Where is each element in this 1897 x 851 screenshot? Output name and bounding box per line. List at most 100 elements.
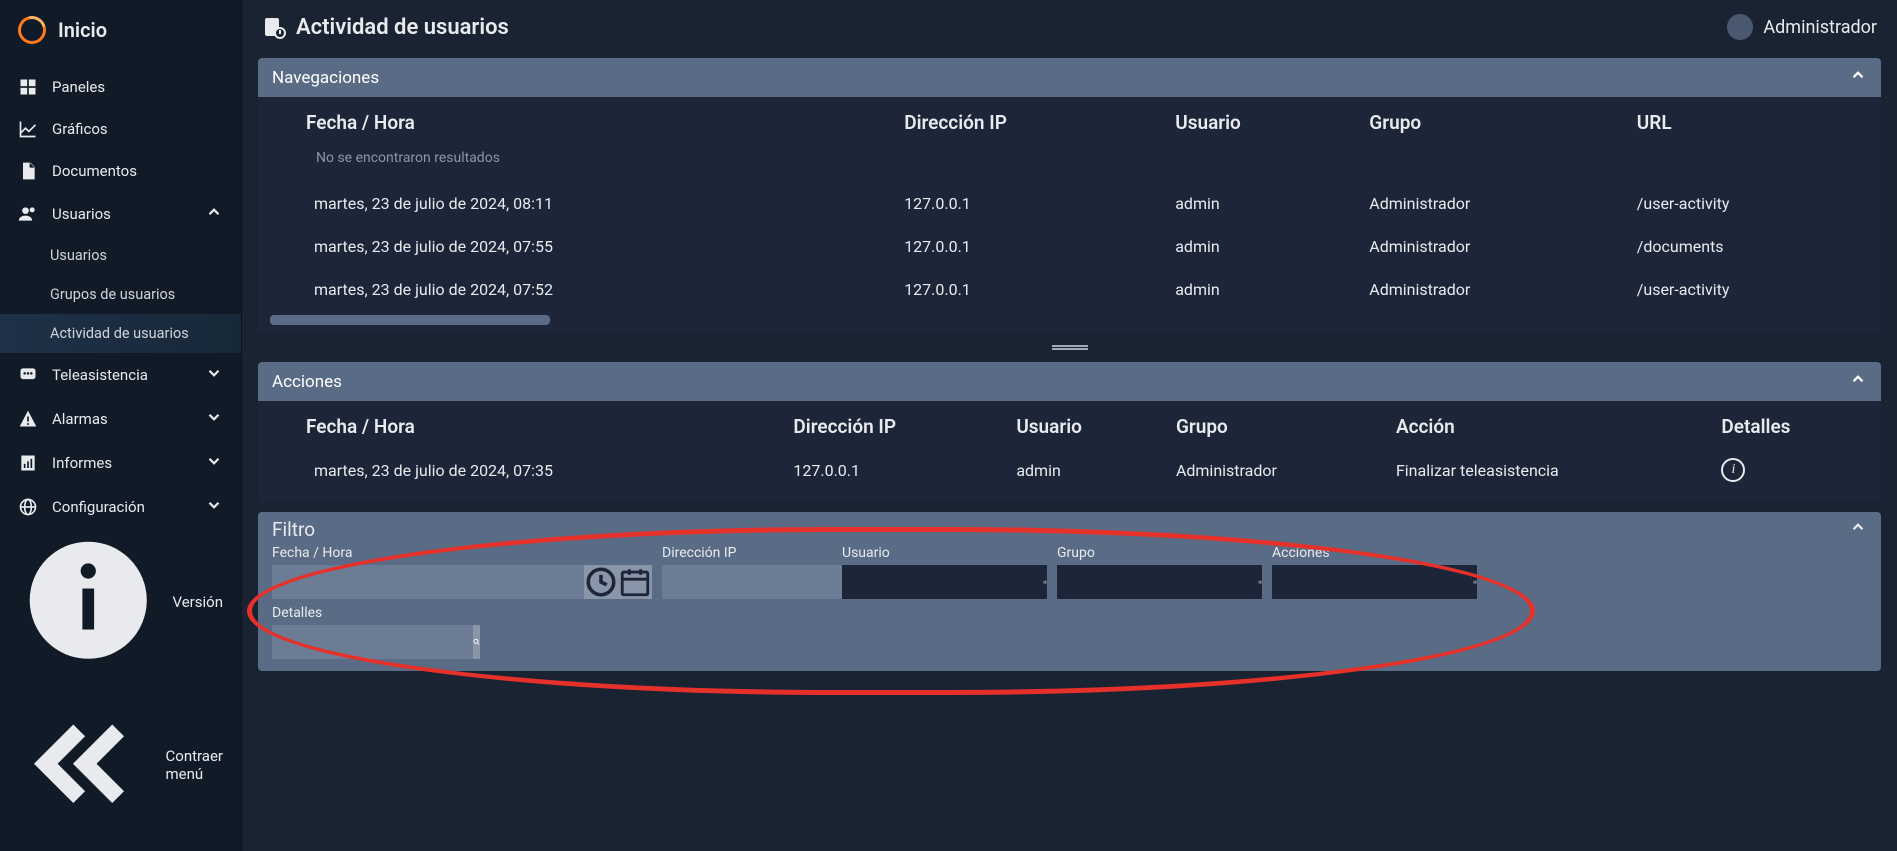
sidebar-item-informes[interactable]: Informes [0,441,241,485]
col-url: URL [1623,97,1873,142]
cell-datetime: martes, 23 de julio de 2024, 07:52 [266,268,890,311]
table-row[interactable]: martes, 23 de julio de 2024, 07:35 127.0… [266,446,1873,494]
no-results-text: No se encontraron resultados [266,142,1873,182]
sidebar-item-label: Teleasistencia [52,366,148,384]
brand-logo-icon [13,11,51,49]
col-group: Grupo [1162,401,1382,446]
col-details: Detalles [1707,401,1873,446]
chevron-down-icon [205,452,223,474]
list-icon[interactable] [1473,565,1477,599]
cell-action: Finalizar teleasistencia [1382,446,1707,494]
clock-icon[interactable] [584,565,618,599]
cell-ip: 127.0.0.1 [779,446,1002,494]
chevron-down-icon [205,408,223,430]
collapse-icon [18,697,152,835]
filter-input-group[interactable] [1057,565,1258,599]
sidebar-item-label: Versión [173,593,224,611]
panel-title: Navegaciones [272,68,379,88]
sidebar-item-paneles[interactable]: Paneles [0,66,241,108]
sidebar-item-graficos[interactable]: Gráficos [0,108,241,150]
cell-user: admin [1161,225,1355,268]
no-results-row: No se encontraron resultados [266,142,1873,182]
sidebar-item-configuracion[interactable]: Configuración [0,485,241,519]
filter-label-user: Usuario [842,545,1047,561]
cell-url: /user-activity [1623,268,1873,311]
topbar: Actividad de usuarios Administrador [242,0,1897,58]
filter-label-details: Detalles [272,605,480,621]
activity-icon [262,15,286,39]
sidebar-item-version[interactable]: Versión [0,519,241,686]
table-row[interactable]: martes, 23 de julio de 2024, 07:55 127.0… [266,225,1873,268]
nav-list: Paneles Gráficos Documentos Usuarios Usu… [0,66,241,519]
sidebar-item-teleasistencia[interactable]: Teleasistencia [0,353,241,397]
cell-ip: 127.0.0.1 [890,268,1161,311]
filter-input-user[interactable] [842,565,1043,599]
panel-header-navegaciones[interactable]: Navegaciones [258,58,1881,97]
chevron-up-icon [1849,518,1867,541]
horizontal-scrollbar[interactable] [270,315,1869,325]
avatar-icon [1727,14,1753,40]
info-icon [18,530,159,675]
col-user: Usuario [1002,401,1162,446]
grip-icon [1052,345,1088,350]
table-row[interactable]: martes, 23 de julio de 2024, 07:52 127.0… [266,268,1873,311]
sidebar-item-label: Actividad de usuarios [50,325,189,342]
sidebar-subitem-usuarios[interactable]: Usuarios [0,236,241,275]
details-info-icon[interactable]: i [1721,458,1745,482]
col-ip: Dirección IP [779,401,1002,446]
sidebar-item-usuarios[interactable]: Usuarios [0,192,241,236]
sidebar-subitem-grupos[interactable]: Grupos de usuarios [0,275,241,314]
sidebar-item-documentos[interactable]: Documentos [0,150,241,192]
sidebar-item-label: Alarmas [52,410,108,428]
sidebar-item-label: Informes [52,454,112,472]
navegaciones-panel: Navegaciones Fecha / Hora Dirección IP U… [258,58,1881,333]
navegaciones-table: Fecha / Hora Dirección IP Usuario Grupo … [266,97,1873,311]
navegaciones-table-wrap[interactable]: Fecha / Hora Dirección IP Usuario Grupo … [266,97,1873,311]
table-row[interactable]: martes, 23 de julio de 2024, 08:11 127.0… [266,182,1873,225]
col-datetime: Fecha / Hora [266,401,779,446]
cell-group: Administrador [1355,225,1622,268]
col-action: Acción [1382,401,1707,446]
filter-input-details[interactable] [272,625,473,659]
cell-datetime: martes, 23 de julio de 2024, 07:35 [266,446,779,494]
resize-handle[interactable] [258,341,1881,354]
filter-label-actions: Acciones [1272,545,1477,561]
cell-details: i [1707,446,1873,494]
panel-header-acciones[interactable]: Acciones [258,362,1881,401]
nav-footer: Versión Contraer menú [0,519,241,845]
cell-user: admin [1161,268,1355,311]
filter-input-actions[interactable] [1272,565,1473,599]
filtro-panel: Filtro Fecha / Hora Dirección IP [258,512,1881,671]
brand[interactable]: Inicio [0,0,241,60]
cell-url: /user-activity [1623,182,1873,225]
dashboard-icon [18,77,38,97]
sidebar: Inicio Paneles Gráficos Documentos Usuar… [0,0,242,851]
filter-label-group: Grupo [1057,545,1262,561]
filter-input-datetime[interactable] [272,565,584,599]
cell-user: admin [1002,446,1162,494]
chevron-down-icon [205,364,223,386]
user-menu[interactable]: Administrador [1727,14,1877,40]
user-name: Administrador [1763,17,1877,38]
search-icon[interactable] [473,625,480,659]
filter-label-datetime: Fecha / Hora [272,545,652,561]
chevron-up-icon [1849,370,1867,393]
list-icon[interactable] [1043,565,1047,599]
document-icon [18,161,38,181]
calendar-icon[interactable] [618,565,652,599]
sidebar-item-alarmas[interactable]: Alarmas [0,397,241,441]
page-title: Actividad de usuarios [296,15,509,40]
main: Actividad de usuarios Administrador Nave… [242,0,1897,851]
scrollbar-thumb[interactable] [270,315,550,325]
cell-datetime: martes, 23 de julio de 2024, 08:11 [266,182,890,225]
sidebar-item-collapse[interactable]: Contraer menú [0,686,241,846]
users-icon [18,204,38,224]
list-icon[interactable] [1258,565,1262,599]
sidebar-item-label: Contraer menú [166,747,224,783]
cell-group: Administrador [1355,268,1622,311]
panel-header-filtro[interactable]: Filtro [258,512,1881,543]
chart-icon [18,119,38,139]
sidebar-item-label: Usuarios [50,247,107,264]
filter-input-ip[interactable] [662,565,863,599]
sidebar-subitem-actividad[interactable]: Actividad de usuarios [0,314,241,353]
